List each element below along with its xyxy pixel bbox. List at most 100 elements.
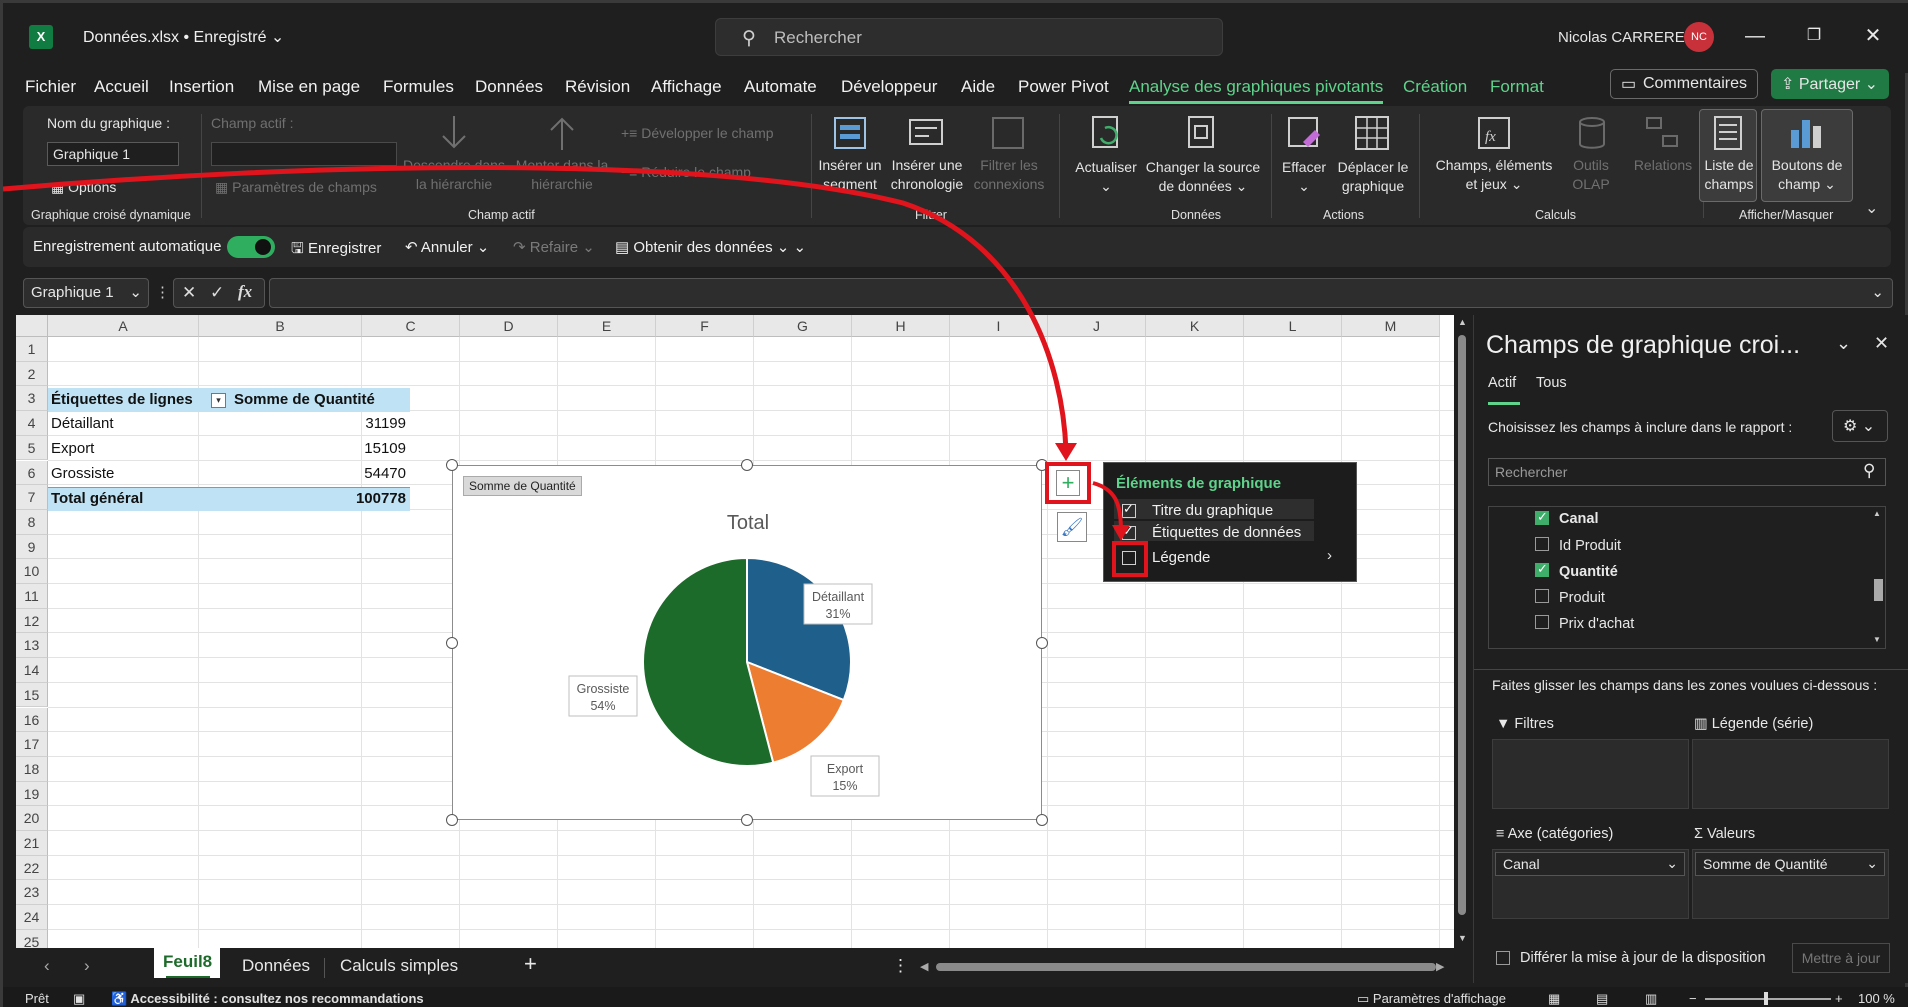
- field-item[interactable]: Canal: [1559, 511, 1599, 527]
- pivot-row-label[interactable]: Grossiste: [51, 462, 114, 486]
- pivot-row-value[interactable]: 54470: [234, 462, 406, 486]
- sheet-tab-feuil8[interactable]: Feuil8: [163, 952, 212, 972]
- refresh-button[interactable]: Actualiser ⌄: [1069, 158, 1143, 196]
- row-header[interactable]: 24: [16, 905, 48, 930]
- resize-handle[interactable]: [446, 459, 458, 471]
- sheet-tab-donnees[interactable]: Données: [242, 956, 310, 976]
- chart-styles-brush-icon[interactable]: 🖌: [1057, 512, 1087, 542]
- column-header[interactable]: A: [48, 315, 199, 337]
- cancel-icon[interactable]: ✕: [182, 283, 196, 303]
- column-header[interactable]: L: [1244, 315, 1342, 337]
- row-header[interactable]: 3: [16, 386, 48, 412]
- column-header[interactable]: B: [199, 315, 362, 337]
- popup-item-chart-title[interactable]: Titre du graphique: [1152, 502, 1273, 519]
- pivot-row-label[interactable]: Détaillant: [51, 412, 114, 436]
- row-header[interactable]: 15: [16, 682, 48, 708]
- row-header[interactable]: 1: [16, 337, 48, 362]
- pivot-chart[interactable]: Somme de Quantité Total Détaillant 31% Exp…: [452, 465, 1042, 820]
- more-icon[interactable]: ⋮: [155, 283, 170, 301]
- scroll-up-icon[interactable]: ▲: [1458, 317, 1467, 327]
- undo-button[interactable]: ↶ Annuler ⌄: [405, 238, 489, 256]
- pane-settings-button[interactable]: ⚙ ⌄: [1832, 410, 1888, 442]
- field-checkbox[interactable]: [1535, 589, 1549, 603]
- ribbon-collapse-icon[interactable]: ⌄: [1865, 198, 1878, 218]
- column-header[interactable]: M: [1342, 315, 1440, 337]
- redo-button[interactable]: ↷ Refaire ⌄: [513, 238, 595, 256]
- tab-developpeur[interactable]: Développeur: [841, 77, 937, 97]
- axis-field-pill[interactable]: Canal ⌄: [1495, 852, 1685, 876]
- row-header[interactable]: 19: [16, 781, 48, 807]
- scrollbar-thumb[interactable]: [1874, 579, 1883, 601]
- prev-sheet-icon[interactable]: ‹: [44, 956, 50, 976]
- filter-connections-button[interactable]: Filtrer les connexions: [969, 156, 1049, 194]
- comments-button[interactable]: ▭ Commentaires: [1610, 69, 1758, 99]
- resize-handle[interactable]: [446, 814, 458, 826]
- change-source-button[interactable]: Changer la source de données ⌄: [1143, 158, 1263, 196]
- chevron-down-icon[interactable]: ⌄: [1871, 283, 1884, 301]
- field-item[interactable]: Quantité: [1559, 564, 1618, 580]
- column-header[interactable]: C: [362, 315, 460, 337]
- page-break-view-icon[interactable]: ▥: [1645, 991, 1657, 1007]
- move-chart-button[interactable]: Déplacer le graphique: [1333, 158, 1413, 196]
- scroll-right-icon[interactable]: ▶: [1436, 960, 1444, 973]
- checkbox-data-labels[interactable]: ✓: [1122, 523, 1136, 540]
- field-item[interactable]: Id Produit: [1559, 538, 1621, 554]
- field-list[interactable]: Canal Id Produit Quantité Produit Prix d…: [1488, 506, 1886, 649]
- drill-down-button[interactable]: Descendre dans la hiérarchie: [399, 156, 509, 194]
- insert-slicer-button[interactable]: Insérer un segment: [813, 156, 887, 194]
- popup-item-legend[interactable]: Légende: [1152, 549, 1210, 566]
- data-label[interactable]: Export 15%: [810, 755, 880, 797]
- column-header[interactable]: D: [460, 315, 558, 337]
- tab-power-pivot[interactable]: Power Pivot: [1018, 77, 1109, 97]
- pivot-total-value[interactable]: 100778: [234, 487, 406, 511]
- pane-tab-all[interactable]: Tous: [1536, 375, 1567, 391]
- row-header[interactable]: 17: [16, 732, 48, 757]
- column-header[interactable]: H: [852, 315, 950, 337]
- search-box[interactable]: ⚲ Rechercher: [715, 18, 1223, 56]
- scroll-left-icon[interactable]: ◀: [920, 960, 928, 973]
- tab-creation[interactable]: Création: [1403, 77, 1467, 97]
- values-field-pill[interactable]: Somme de Quantité ⌄: [1695, 852, 1885, 876]
- zoom-out-icon[interactable]: −: [1689, 991, 1697, 1006]
- field-settings-button[interactable]: ▦ Paramètres de champs: [215, 178, 377, 197]
- share-button[interactable]: ⇪ Partager ⌄: [1771, 69, 1889, 99]
- pane-options-chevron-icon[interactable]: ⌄: [1836, 333, 1851, 354]
- pivot-header-labels[interactable]: Étiquettes de lignes: [51, 388, 193, 412]
- row-header[interactable]: 23: [16, 880, 48, 906]
- scrollbar-thumb[interactable]: [1458, 335, 1466, 915]
- avatar[interactable]: NC: [1684, 22, 1714, 52]
- pivot-row-label[interactable]: Export: [51, 437, 94, 461]
- page-layout-view-icon[interactable]: ▤: [1596, 991, 1608, 1007]
- chart-name-input[interactable]: Graphique 1: [47, 142, 179, 166]
- zoom-slider-thumb[interactable]: [1764, 992, 1768, 1005]
- row-header[interactable]: 8: [16, 509, 48, 535]
- row-header[interactable]: 13: [16, 633, 48, 659]
- tab-insertion[interactable]: Insertion: [169, 77, 234, 97]
- restore-icon[interactable]: ❐: [1794, 21, 1834, 51]
- tab-aide[interactable]: Aide: [961, 77, 995, 97]
- pivot-total-label[interactable]: Total général: [51, 487, 143, 511]
- tab-donnees[interactable]: Données: [475, 77, 543, 97]
- row-header[interactable]: 14: [16, 658, 48, 683]
- select-all-corner[interactable]: [16, 315, 48, 337]
- chevron-right-icon[interactable]: ›: [1327, 547, 1332, 564]
- row-header[interactable]: 20: [16, 806, 48, 831]
- tab-fichier[interactable]: Fichier: [25, 77, 76, 97]
- chart-elements-button[interactable]: +: [1045, 462, 1091, 504]
- pie-chart[interactable]: Détaillant 31% Export 15% Grossiste 54%: [453, 466, 1043, 821]
- pane-tab-active[interactable]: Actif: [1488, 375, 1516, 391]
- document-title[interactable]: Données.xlsx • Enregistré ⌄: [83, 27, 284, 47]
- tab-affichage[interactable]: Affichage: [651, 77, 722, 97]
- zoom-slider[interactable]: [1705, 998, 1831, 1000]
- row-header[interactable]: 22: [16, 855, 48, 881]
- update-button[interactable]: Mettre à jour: [1792, 943, 1890, 973]
- pane-close-icon[interactable]: ✕: [1874, 333, 1889, 354]
- row-header[interactable]: 6: [16, 460, 48, 486]
- horizontal-scrollbar-thumb[interactable]: [936, 963, 1436, 971]
- clear-button[interactable]: Effacer ⌄: [1277, 158, 1331, 196]
- column-header[interactable]: I: [950, 315, 1048, 337]
- scroll-down-icon[interactable]: ▼: [1873, 635, 1881, 644]
- pivot-row-value[interactable]: 31199: [234, 412, 406, 436]
- data-label[interactable]: Grossiste 54%: [568, 675, 638, 717]
- pivot-row-value[interactable]: 15109: [234, 437, 406, 461]
